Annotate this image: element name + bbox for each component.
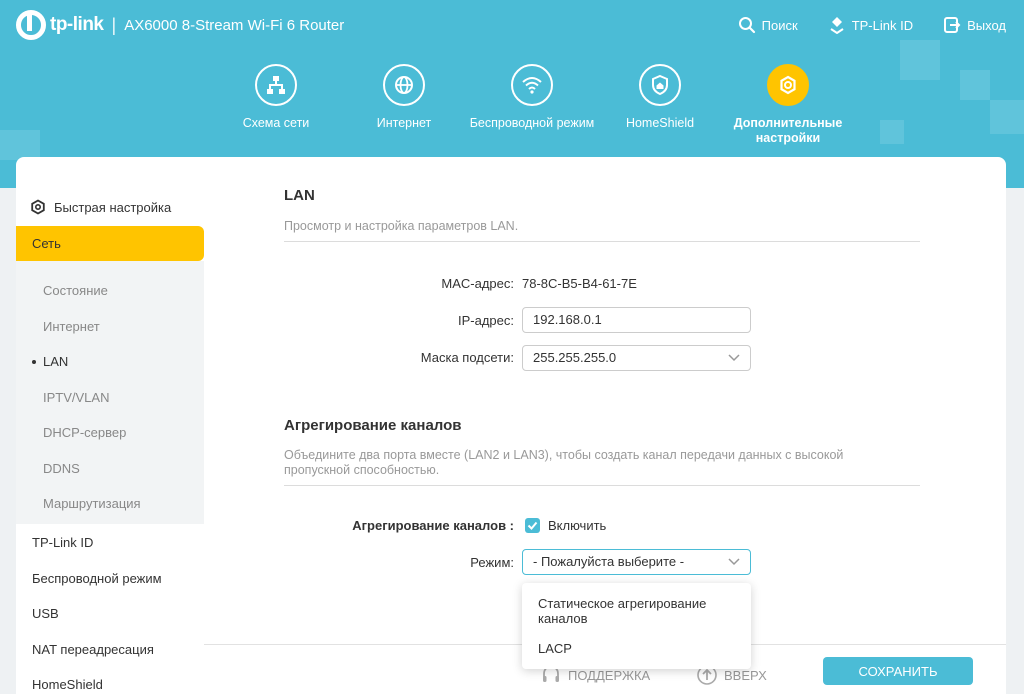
- back-to-top-label: ВВЕРХ: [724, 667, 767, 683]
- ip-label: IP-адрес:: [458, 313, 514, 328]
- nav-label: Интернет: [376, 116, 432, 130]
- lan-description: Просмотр и настройка параметров LAN.: [284, 219, 519, 233]
- search-icon: [738, 17, 755, 34]
- decor-block: [0, 130, 40, 160]
- aggregation-enable-checkbox[interactable]: [525, 518, 540, 533]
- mode-label: Режим:: [470, 555, 514, 570]
- ip-address-input[interactable]: 192.168.0.1: [522, 307, 751, 333]
- nav-network-map[interactable]: Схема сети: [212, 64, 340, 146]
- wifi-icon: [511, 64, 553, 106]
- nav-label: Беспроводной режим: [469, 116, 595, 130]
- mode-value: - Пожалуйста выберите -: [533, 554, 685, 569]
- decor-block: [990, 100, 1024, 134]
- subnet-mask-select[interactable]: 255.255.255.0: [522, 345, 751, 371]
- sidebar-item-wireless[interactable]: Беспроводной режим: [32, 571, 162, 586]
- aggregation-description: Объедините два порта вместе (LAN2 и LAN3…: [284, 448, 844, 477]
- nav-wireless[interactable]: Беспроводной режим: [468, 64, 596, 146]
- shield-icon: [639, 64, 681, 106]
- search-label: Поиск: [761, 17, 798, 33]
- sidebar-item-homeshield[interactable]: HomeShield: [32, 677, 103, 692]
- lan-title: LAN: [284, 187, 315, 204]
- sidebar-subitem-ddns[interactable]: DDNS: [43, 461, 80, 476]
- divider: [284, 241, 920, 242]
- user-icon: [830, 17, 844, 34]
- sidebar-item-quick-setup[interactable]: Быстрая настройка: [30, 199, 171, 215]
- sidebar-submenu: Состояние Интернет LAN IPTV/VLAN DHCP-се…: [16, 261, 204, 524]
- mode-select[interactable]: - Пожалуйста выберите -: [522, 549, 751, 575]
- sidebar-item-tplink-id[interactable]: TP-Link ID: [32, 535, 93, 550]
- sidebar-subitem-dhcp[interactable]: DHCP-сервер: [43, 425, 126, 440]
- subnet-mask-value: 255.255.255.0: [533, 350, 617, 365]
- router-model: AX6000 8-Stream Wi-Fi 6 Router: [124, 16, 345, 34]
- decor-block: [900, 40, 940, 80]
- globe-icon: [383, 64, 425, 106]
- sidebar-subitem-iptv[interactable]: IPTV/VLAN: [43, 390, 109, 405]
- sidebar-item-network[interactable]: Сеть: [16, 226, 204, 261]
- subnet-mask-label: Маска подсети:: [420, 350, 514, 365]
- nav-label: HomeShield: [625, 116, 695, 130]
- search-button[interactable]: Поиск: [738, 16, 798, 34]
- mode-option-static[interactable]: Статическое агрегирование каналов: [538, 596, 738, 626]
- save-button[interactable]: СОХРАНИТЬ: [823, 657, 973, 685]
- main-nav: Схема сети Интернет Беспроводной режим H…: [212, 64, 852, 146]
- sidebar-item-nat[interactable]: NAT переадресация: [32, 642, 154, 657]
- brand-separator: |: [111, 14, 117, 35]
- nav-homeshield[interactable]: HomeShield: [596, 64, 724, 146]
- nav-internet[interactable]: Интернет: [340, 64, 468, 146]
- aggregation-enable-text: Включить: [548, 518, 607, 533]
- logout-icon: [944, 17, 961, 33]
- decor-block: [960, 70, 990, 100]
- aggregation-enable-label: Агрегирование каналов :: [352, 518, 514, 533]
- nav-label: Схема сети: [242, 116, 310, 130]
- nav-label: Дополнительные настройки: [733, 116, 843, 145]
- tplink-logo-icon: [16, 10, 46, 40]
- sidebar-item-usb[interactable]: USB: [32, 606, 59, 621]
- sidebar-item-label: Быстрая настройка: [54, 199, 172, 215]
- mode-dropdown: Статическое агрегирование каналов LACP: [522, 583, 751, 669]
- chevron-down-icon: [728, 354, 740, 362]
- checkmark-icon: [527, 521, 538, 530]
- logout-button[interactable]: Выход: [943, 16, 1006, 34]
- brand-name: tp-link: [50, 14, 104, 35]
- sidebar-subitem-lan[interactable]: LAN: [31, 354, 68, 369]
- tplink-logo[interactable]: tp-link | AX6000 8-Stream Wi-Fi 6 Router: [16, 10, 344, 40]
- logout-label: Выход: [967, 17, 1006, 33]
- main-content: LAN Просмотр и настройка параметров LAN.…: [204, 157, 1006, 694]
- chevron-down-icon: [728, 558, 740, 566]
- mode-option-lacp[interactable]: LACP: [538, 641, 738, 656]
- sidebar-subitem-status[interactable]: Состояние: [43, 283, 108, 298]
- support-label: ПОДДЕРЖКА: [568, 667, 651, 683]
- sidebar-subitem-routing[interactable]: Маршрутизация: [43, 496, 141, 511]
- quick-setup-icon: [31, 199, 45, 215]
- divider: [284, 485, 920, 486]
- aggregation-title: Агрегирование каналов: [284, 417, 462, 434]
- sidebar: Быстрая настройка Сеть Состояние Интерне…: [16, 157, 204, 694]
- mac-label: MAC-адрес:: [441, 276, 514, 291]
- top-actions: Поиск TP-Link ID Выход: [738, 16, 1006, 34]
- mac-value: 78-8C-B5-B4-61-7E: [522, 276, 637, 291]
- decor-block: [880, 120, 904, 144]
- tplink-id-label: TP-Link ID: [851, 17, 914, 33]
- network-map-icon: [255, 64, 297, 106]
- tplink-id-button[interactable]: TP-Link ID: [828, 16, 913, 34]
- gear-icon: [767, 64, 809, 106]
- sidebar-subitem-internet[interactable]: Интернет: [43, 319, 100, 334]
- nav-advanced[interactable]: Дополнительные настройки: [724, 64, 852, 146]
